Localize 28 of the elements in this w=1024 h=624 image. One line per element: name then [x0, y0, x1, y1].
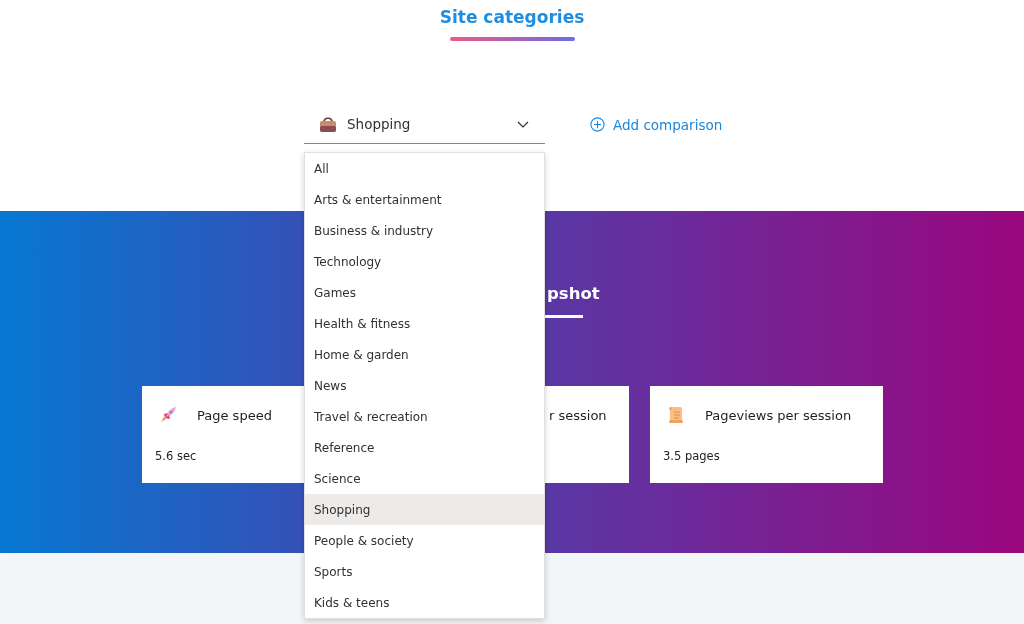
- menu-item[interactable]: Home & garden: [305, 339, 544, 370]
- snapshot-title: pshot: [547, 283, 600, 305]
- menu-item[interactable]: Health & fitness: [305, 308, 544, 339]
- metric-value: 5.6 sec: [155, 449, 198, 463]
- metric-title: Pageviews per session: [705, 407, 852, 423]
- section-title: Site categories: [439, 6, 585, 28]
- menu-item[interactable]: Kids & teens: [305, 587, 544, 618]
- menu-item[interactable]: Arts & entertainment: [305, 184, 544, 215]
- add-comparison-link[interactable]: Add comparison: [590, 116, 723, 133]
- plus-circle-icon: [590, 117, 605, 132]
- chevron-down-icon: [517, 120, 529, 128]
- menu-item[interactable]: Science: [305, 463, 544, 494]
- menu-item[interactable]: People & society: [305, 525, 544, 556]
- metric-title: Page speed: [197, 407, 272, 423]
- metric-value: 3.5 pages: [663, 449, 721, 463]
- menu-item[interactable]: Shopping: [305, 494, 544, 525]
- menu-item[interactable]: Sports: [305, 556, 544, 587]
- menu-item[interactable]: Technology: [305, 246, 544, 277]
- metric-title: r session: [549, 407, 607, 423]
- menu-item[interactable]: All: [305, 153, 544, 184]
- category-dropdown[interactable]: Shopping: [304, 105, 545, 144]
- menu-item[interactable]: News: [305, 370, 544, 401]
- menu-item[interactable]: Reference: [305, 432, 544, 463]
- rocket-icon: [158, 405, 178, 425]
- menu-item[interactable]: Business & industry: [305, 215, 544, 246]
- menu-item[interactable]: Travel & recreation: [305, 401, 544, 432]
- scroll-icon: [666, 405, 686, 425]
- menu-item[interactable]: Games: [305, 277, 544, 308]
